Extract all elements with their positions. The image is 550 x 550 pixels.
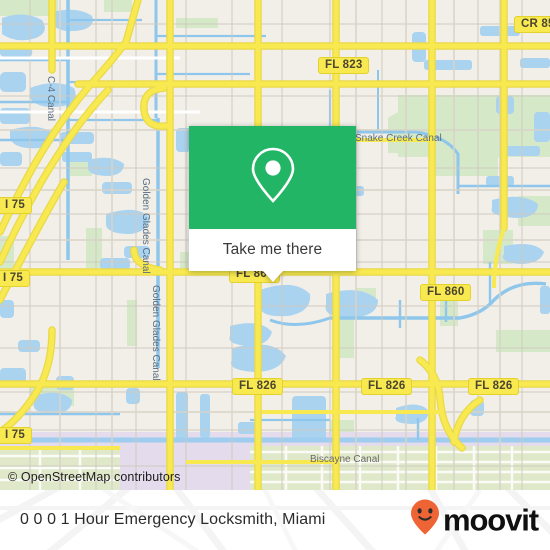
popup-header: [189, 126, 356, 229]
road-shield: FL 826: [361, 378, 413, 395]
moovit-pin-icon: [410, 499, 440, 542]
road-shield: FL 860: [420, 284, 472, 301]
road-shield: FL 826: [232, 378, 284, 395]
moovit-wordmark: moovit: [442, 502, 539, 538]
location-pin-icon: [250, 146, 296, 209]
osm-attribution[interactable]: © OpenStreetMap contributors: [8, 470, 181, 484]
water-label: Golden Glades Canal: [140, 178, 151, 274]
water-label: C-4 Canal: [45, 76, 56, 122]
road-shield: I 75: [0, 270, 30, 287]
road-shield: I 75: [0, 427, 32, 444]
water-label: Biscayne Canal: [310, 454, 380, 465]
popup-pointer: [262, 271, 283, 282]
take-me-there-label: Take me there: [222, 241, 323, 258]
road-shield: CR 85: [514, 16, 550, 33]
road-shield: FL 823: [318, 57, 370, 74]
destination-popup[interactable]: Take me there: [189, 126, 356, 282]
moovit-logo[interactable]: moovit: [410, 499, 539, 542]
moovit-map-card: FL 823 CR 85 I 75 I 75 I 75 FL 860 FL 86…: [0, 0, 550, 550]
road-shield: I 75: [0, 197, 32, 214]
take-me-there-button[interactable]: Take me there: [189, 229, 356, 271]
road-shield: FL 826: [468, 378, 520, 395]
water-label: Golden Glades Canal: [150, 285, 161, 381]
place-title: 0 0 0 1 Hour Emergency Locksmith, Miami: [20, 511, 326, 528]
water-label: Snake Creek Canal: [355, 133, 442, 144]
footer-bar: 0 0 0 1 Hour Emergency Locksmith, Miami …: [0, 490, 550, 550]
